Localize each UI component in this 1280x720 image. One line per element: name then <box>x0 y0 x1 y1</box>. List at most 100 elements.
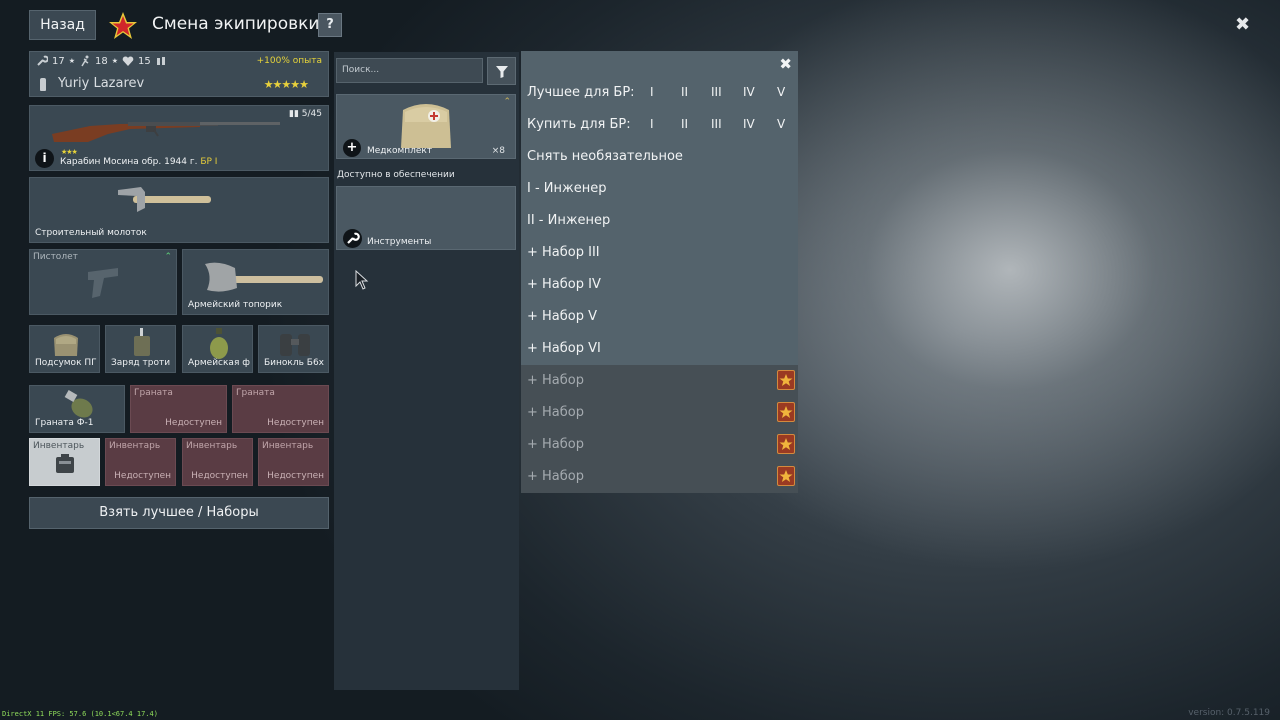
rank-stars: ★★★★★ <box>263 78 309 91</box>
backpack-icon <box>56 454 74 473</box>
menu-item-label: + Набор <box>527 405 584 420</box>
item-name: Медкомплект <box>367 146 433 156</box>
unavailable-label: Недоступен <box>267 471 324 481</box>
primary-weapon-slot[interactable]: ▮▮ 5/45 i ★★★ Карабин Мосина обр. 1944 г… <box>29 105 329 171</box>
remove-optional-item[interactable]: Снять необязательное <box>521 141 798 173</box>
locked-preset-item[interactable]: + Набор <box>521 397 798 429</box>
premium-lock-icon <box>777 466 795 486</box>
filter-button[interactable] <box>487 57 516 85</box>
slot-label: Пистолет <box>33 252 78 262</box>
wrench-icon <box>343 229 362 248</box>
unavailable-label: Недоступен <box>191 471 248 481</box>
item-slot-tnt[interactable]: Заряд троти <box>105 325 176 373</box>
menu-item-label: + Набор VI <box>527 341 601 356</box>
medkit-image <box>401 104 451 148</box>
locked-preset-item[interactable]: + Набор <box>521 461 798 493</box>
slot-label: Строительный молоток <box>35 228 147 238</box>
stat-value: 15 <box>138 55 151 67</box>
menu-item-label: + Набор <box>527 437 584 452</box>
flask-image <box>210 328 228 359</box>
soldier-card[interactable]: 17 ★ 18 ★ 15 +100% опыта Yuriy Lazarev ★★★… <box>29 51 329 97</box>
buy-br-option[interactable]: II <box>681 117 688 131</box>
best-br-option[interactable]: V <box>777 85 785 99</box>
axe-image <box>205 262 323 292</box>
hammer-image <box>118 187 211 212</box>
add-item-icon[interactable]: + <box>343 139 361 157</box>
best-br-option[interactable]: I <box>650 85 654 99</box>
slot-label: Граната <box>236 388 275 398</box>
slot-label: Граната Ф-1 <box>35 418 94 428</box>
best-br-option[interactable]: III <box>711 85 722 99</box>
buy-for-br-row: Купить для БР: I II III IV V <box>521 109 798 141</box>
take-best-button[interactable]: Взять лучшее / Наборы <box>29 497 329 529</box>
buy-br-option[interactable]: V <box>777 117 785 131</box>
close-icon[interactable]: ✖ <box>1235 14 1250 35</box>
premium-lock-icon <box>777 370 795 390</box>
pistol-placeholder-icon <box>88 268 118 298</box>
ammo-count-value: 5/45 <box>301 109 322 119</box>
close-icon[interactable]: ✖ <box>779 55 792 73</box>
unavailable-label: Недоступен <box>165 418 222 428</box>
buy-br-option[interactable]: I <box>650 117 654 131</box>
preset-item[interactable]: + Набор IV <box>521 269 798 301</box>
axe-slot[interactable]: Армейский топорик <box>182 249 329 315</box>
inventory-slot-2[interactable]: Инвентарь Недоступен <box>105 438 176 486</box>
melee-tool-slot[interactable]: Строительный молоток <box>29 177 329 243</box>
menu-item-label: + Набор V <box>527 309 598 324</box>
preset-item[interactable]: + Набор V <box>521 301 798 333</box>
locked-preset-item[interactable]: + Набор <box>521 429 798 461</box>
preset-item[interactable]: II - Инженер <box>521 205 798 237</box>
running-icon <box>81 55 89 67</box>
buy-br-option[interactable]: IV <box>743 117 755 131</box>
br-tag: БР I <box>200 157 218 167</box>
item-slot-flask[interactable]: Армейская ф <box>182 325 253 373</box>
medkit-item-card[interactable]: ⌃ + Медкомплект ×8 <box>336 94 516 159</box>
weapon-stars: ★★★ <box>61 148 78 156</box>
menu-item-label: + Набор III <box>527 245 600 260</box>
pistol-slot[interactable]: Пистолет ⌃ <box>29 249 177 315</box>
grenade-slot-1[interactable]: Граната Ф-1 <box>29 385 125 433</box>
stat-value: 18 <box>95 55 108 67</box>
upgrade-icon: ⌃ <box>164 252 172 262</box>
item-slot-pouch[interactable]: Подсумок ПГ <box>29 325 100 373</box>
preset-item[interactable]: + Набор VI <box>521 333 798 365</box>
grenade-slot-2[interactable]: Граната Недоступен <box>130 385 227 433</box>
info-icon[interactable]: i <box>35 149 54 168</box>
row-label: Лучшее для БР: <box>527 85 635 100</box>
search-input[interactable]: Поиск... <box>336 58 483 83</box>
best-br-option[interactable]: II <box>681 85 688 99</box>
premium-lock-icon <box>777 402 795 422</box>
locked-preset-item[interactable]: + Набор <box>521 365 798 397</box>
grenade-slot-3[interactable]: Граната Недоступен <box>232 385 329 433</box>
slot-label: Армейский топорик <box>188 300 283 310</box>
star-icon <box>109 12 137 39</box>
item-slot-binoculars[interactable]: Бинокль Б6х <box>258 325 329 373</box>
back-button[interactable]: Назад <box>29 10 96 40</box>
premium-lock-icon <box>777 434 795 454</box>
inventory-slot-1[interactable]: Инвентарь <box>29 438 100 486</box>
menu-item-label: II - Инженер <box>527 213 611 228</box>
inventory-slot-4[interactable]: Инвентарь Недоступен <box>258 438 329 486</box>
slot-label: Подсумок ПГ <box>35 358 97 368</box>
soldier-class-icon <box>40 78 46 91</box>
slot-label: Граната <box>134 388 173 398</box>
fps-counter: DirectX 11 FPS: 57.6 (10.1<67.4 17.4) <box>2 710 158 718</box>
slot-label: Инвентарь <box>33 441 85 451</box>
unavailable-label: Недоступен <box>267 418 324 428</box>
soldier-name: Yuriy Lazarev <box>58 76 145 91</box>
inventory-slot-3[interactable]: Инвентарь Недоступен <box>182 438 253 486</box>
heart-icon <box>122 56 134 66</box>
version-label: version: 0.7.5.119 <box>1188 708 1270 718</box>
tnt-charge-image <box>134 328 150 356</box>
stat-star-icon: ★ <box>68 57 76 65</box>
help-button[interactable]: ? <box>318 13 342 37</box>
buy-br-option[interactable]: III <box>711 117 722 131</box>
preset-item[interactable]: I - Инженер <box>521 173 798 205</box>
slot-label: Бинокль Б6х <box>264 358 324 368</box>
item-name: Инструменты <box>367 237 432 247</box>
tools-item-card[interactable]: Инструменты <box>336 186 516 250</box>
best-for-br-row: Лучшее для БР: I II III IV V <box>521 77 798 109</box>
stat-star-icon: ★ <box>111 57 119 65</box>
preset-item[interactable]: + Набор III <box>521 237 798 269</box>
best-br-option[interactable]: IV <box>743 85 755 99</box>
